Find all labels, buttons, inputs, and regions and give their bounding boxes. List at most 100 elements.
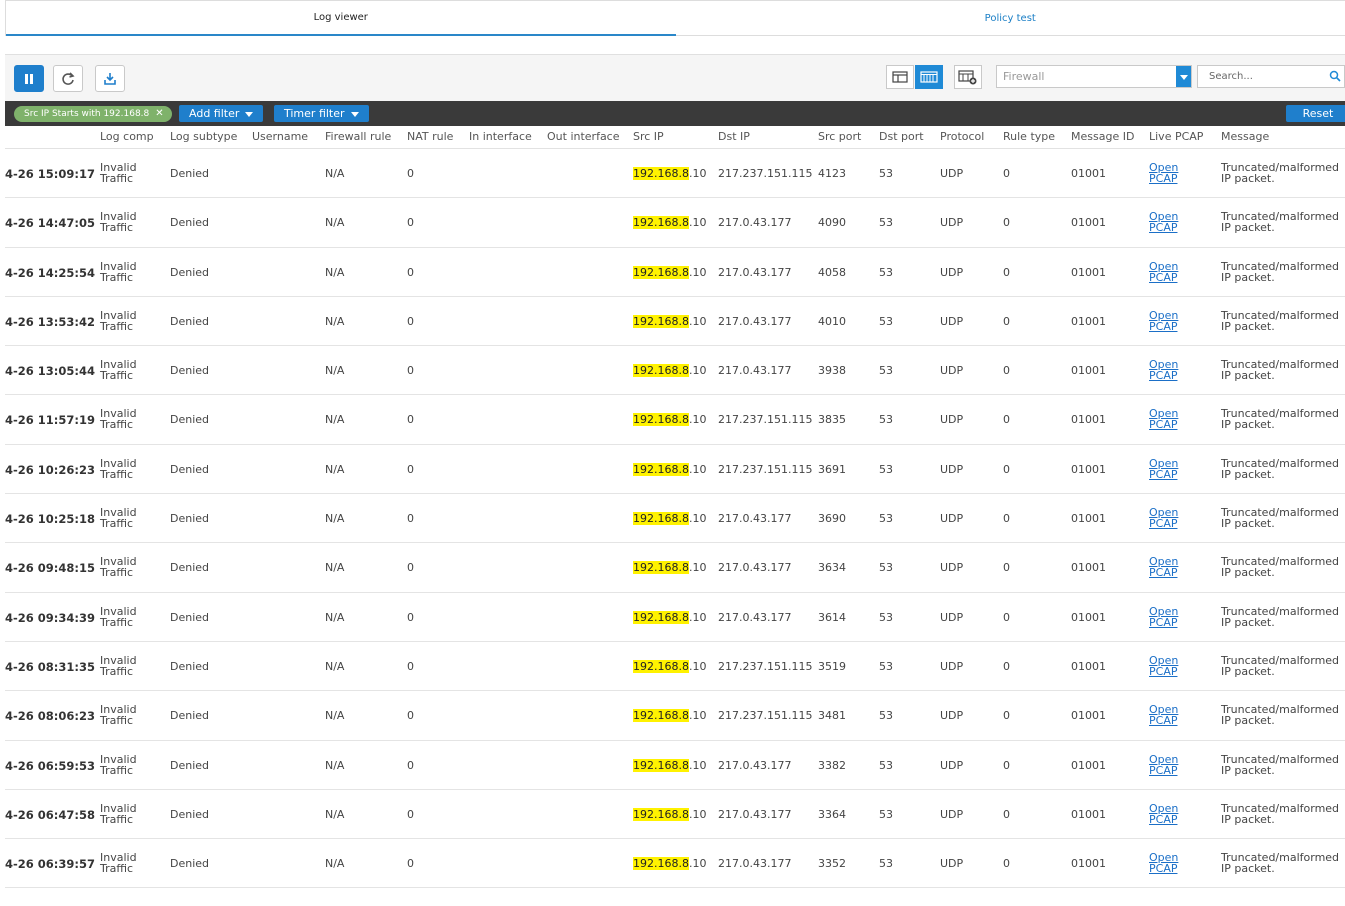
column-header[interactable]: Firewall rule: [325, 130, 391, 143]
open-pcap-link[interactable]: Open PCAP: [1149, 803, 1178, 825]
column-header[interactable]: Src port: [818, 130, 861, 143]
column-header[interactable]: Message: [1221, 130, 1269, 143]
table-row[interactable]: 4-26 10:25:18 Invalid Traffic Denied N/A …: [5, 494, 1345, 544]
open-pcap-link[interactable]: Open PCAP: [1149, 754, 1178, 776]
chevron-down-icon[interactable]: [1176, 66, 1191, 87]
time-cell: 4-26 13:05:44: [5, 364, 95, 379]
open-pcap-link[interactable]: Open PCAP: [1149, 458, 1178, 480]
add-filter-button[interactable]: Add filter: [179, 105, 264, 122]
open-pcap-link[interactable]: Open PCAP: [1149, 359, 1178, 381]
src-ip-rest: .10: [688, 758, 707, 772]
table-row[interactable]: 4-26 06:59:53 Invalid Traffic Denied N/A …: [5, 741, 1345, 790]
open-pcap-link[interactable]: Open PCAP: [1149, 507, 1178, 529]
column-header[interactable]: Message ID: [1071, 130, 1134, 143]
pcap-link-line[interactable]: PCAP: [1149, 221, 1177, 234]
log-type-select[interactable]: Firewall: [996, 65, 1192, 88]
column-header[interactable]: In interface: [469, 130, 532, 143]
table-row[interactable]: 4-26 13:53:42 Invalid Traffic Denied N/A …: [5, 297, 1345, 347]
firewall-rule-cell: N/A: [325, 807, 345, 821]
search-input[interactable]: Search...: [1197, 65, 1345, 88]
pcap-link-line[interactable]: PCAP: [1149, 320, 1177, 333]
view-grid-button[interactable]: [915, 65, 943, 89]
table-row[interactable]: 4-26 15:09:17 Invalid Traffic Denied N/A …: [5, 149, 1345, 199]
filter-chip[interactable]: Src IP Starts with 192.168.8 ✕: [14, 106, 172, 122]
firewall-rule-cell: N/A: [325, 561, 345, 575]
pause-button[interactable]: [14, 65, 44, 92]
message-cell: Truncated/malformed IP packet.: [1221, 458, 1339, 480]
column-header[interactable]: NAT rule: [407, 130, 453, 143]
rule-type-cell: 0: [1003, 265, 1010, 279]
open-pcap-link[interactable]: Open PCAP: [1149, 211, 1178, 233]
column-header[interactable]: Rule type: [1003, 130, 1055, 143]
src-ip-cell: 192.168.8.10: [633, 265, 706, 279]
column-header[interactable]: Src IP: [633, 130, 664, 143]
export-button[interactable]: [95, 65, 125, 92]
pcap-link-line[interactable]: PCAP: [1149, 271, 1177, 284]
src-ip-match-highlight: 192.168.8: [633, 610, 689, 624]
table-row[interactable]: 4-26 08:06:23 Invalid Traffic Denied N/A …: [5, 691, 1345, 741]
pcap-link-line[interactable]: PCAP: [1149, 369, 1177, 382]
column-header[interactable]: Log comp: [100, 130, 154, 143]
column-header[interactable]: Dst IP: [718, 130, 750, 143]
add-column-button[interactable]: [954, 65, 982, 89]
pcap-link-line[interactable]: PCAP: [1149, 517, 1177, 530]
table-row[interactable]: 4-26 10:26:23 Invalid Traffic Denied N/A …: [5, 445, 1345, 495]
column-header[interactable]: Dst port: [879, 130, 924, 143]
table-row[interactable]: 4-26 09:34:39 Invalid Traffic Denied N/A …: [5, 593, 1345, 642]
tab-log-viewer[interactable]: Log viewer: [6, 1, 676, 36]
table-row[interactable]: 4-26 14:47:05 Invalid Traffic Denied N/A …: [5, 198, 1345, 248]
dst-ip-cell: 217.0.43.177: [718, 265, 792, 279]
view-columns-button[interactable]: [886, 65, 914, 89]
pcap-link-line[interactable]: PCAP: [1149, 616, 1177, 629]
open-pcap-link[interactable]: Open PCAP: [1149, 655, 1178, 677]
reset-button[interactable]: Reset: [1286, 105, 1345, 122]
table-row[interactable]: 4-26 06:39:57 Invalid Traffic Denied N/A …: [5, 839, 1345, 889]
column-header[interactable]: Out interface: [547, 130, 620, 143]
table-row[interactable]: 4-26 08:31:35 Invalid Traffic Denied N/A …: [5, 642, 1345, 692]
log-subtype-cell: Denied: [170, 857, 210, 871]
close-icon[interactable]: ✕: [155, 106, 163, 122]
open-pcap-link[interactable]: Open PCAP: [1149, 704, 1178, 726]
pcap-link-line[interactable]: PCAP: [1149, 665, 1177, 678]
open-pcap-link[interactable]: Open PCAP: [1149, 606, 1178, 628]
table-row[interactable]: 4-26 14:25:54 Invalid Traffic Denied N/A …: [5, 248, 1345, 297]
log-subtype-cell: Denied: [170, 167, 210, 180]
open-pcap-link[interactable]: Open PCAP: [1149, 408, 1178, 430]
log-comp-cell: Invalid Traffic: [100, 211, 137, 233]
time-cell: 4-26 14:47:05: [5, 216, 95, 231]
pcap-link-line[interactable]: PCAP: [1149, 566, 1177, 579]
pcap-link-line[interactable]: PCAP: [1149, 813, 1177, 826]
column-header[interactable]: Username: [252, 130, 308, 143]
open-pcap-link[interactable]: Open PCAP: [1149, 261, 1178, 283]
rule-type-cell: 0: [1003, 659, 1010, 673]
table-row[interactable]: 4-26 06:47:58 Invalid Traffic Denied N/A …: [5, 790, 1345, 840]
table-row[interactable]: 4-26 09:48:15 Invalid Traffic Denied N/A …: [5, 543, 1345, 593]
search-icon[interactable]: [1329, 70, 1341, 82]
log-comp-line: Traffic: [100, 319, 134, 333]
open-pcap-link[interactable]: Open PCAP: [1149, 162, 1178, 184]
nat-rule-cell: 0: [407, 462, 414, 476]
column-header[interactable]: Live PCAP: [1149, 130, 1203, 143]
column-header[interactable]: Log subtype: [170, 130, 237, 143]
pcap-link-line[interactable]: PCAP: [1149, 418, 1177, 431]
dst-port-cell: 53: [879, 709, 893, 723]
src-port-cell: 3481: [818, 709, 846, 723]
time-cell: 4-26 10:25:18: [5, 512, 95, 527]
tab-policy-test[interactable]: Policy test: [675, 1, 1345, 36]
protocol-cell: UDP: [940, 413, 964, 427]
pcap-link-line[interactable]: PCAP: [1149, 714, 1177, 727]
open-pcap-link[interactable]: Open PCAP: [1149, 852, 1178, 874]
pcap-link-line[interactable]: PCAP: [1149, 764, 1177, 777]
pcap-link-line[interactable]: PCAP: [1149, 172, 1177, 185]
open-pcap-link[interactable]: Open PCAP: [1149, 556, 1178, 578]
pcap-link-line[interactable]: PCAP: [1149, 468, 1177, 481]
table-row[interactable]: 4-26 11:57:19 Invalid Traffic Denied N/A …: [5, 395, 1345, 445]
message-cell: Truncated/malformed IP packet.: [1221, 556, 1339, 578]
column-header[interactable]: Protocol: [940, 130, 984, 143]
open-pcap-link[interactable]: Open PCAP: [1149, 310, 1178, 332]
timer-filter-button[interactable]: Timer filter: [274, 105, 369, 122]
table-row[interactable]: 4-26 13:05:44 Invalid Traffic Denied N/A …: [5, 346, 1345, 396]
pcap-link-line[interactable]: PCAP: [1149, 862, 1177, 875]
src-port-cell: 4123: [818, 167, 846, 180]
refresh-button[interactable]: [53, 65, 83, 92]
